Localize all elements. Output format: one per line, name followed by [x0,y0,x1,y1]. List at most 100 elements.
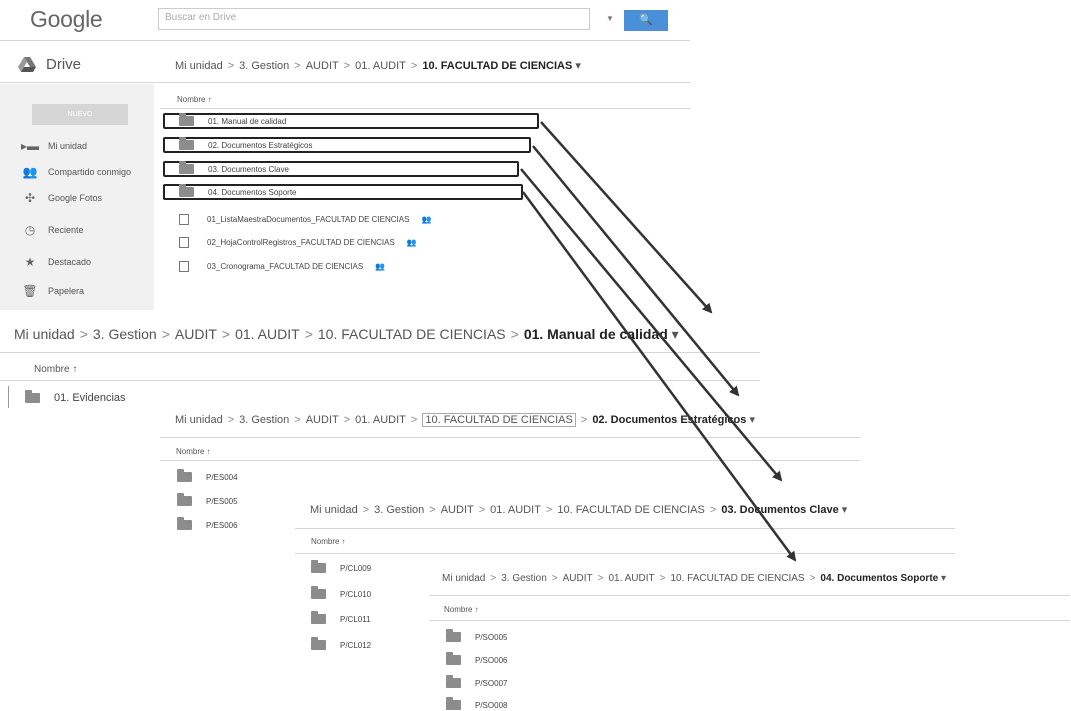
folder-row[interactable]: P/SO008 [446,697,507,710]
crumb-audit[interactable]: AUDIT [306,414,339,426]
chevron-down-icon[interactable]: ▾ [749,414,755,426]
folder-row[interactable]: P/SO005 [446,629,507,642]
folder-row-clave[interactable]: 03. Documentos Clave [163,161,519,177]
folder-icon [311,611,326,624]
column-header-nombre[interactable]: Nombre ↑ [177,95,212,104]
sidebar-item-papelera[interactable]: 🗑 Papelera [0,284,84,298]
column-header-nombre[interactable]: Nombre ↑ [444,605,479,614]
crumb-gestion[interactable]: 3. Gestion [501,573,547,584]
trash-icon: 🗑 [22,284,38,298]
sidebar-item-google-fotos[interactable]: ✣ Google Fotos [0,191,102,205]
crumb-faculty[interactable]: 10. FACULTAD DE CIENCIAS [422,413,576,427]
file-row-cronograma[interactable]: 03_Cronograma_FACULTAD DE CIENCIAS 👥 [177,261,385,272]
crumb-faculty[interactable]: 10. FACULTAD DE CIENCIAS [557,504,705,516]
sidebar-item-mi-unidad[interactable]: ▸▬ Mi unidad [0,139,87,153]
folder-row-estrategicos[interactable]: 02. Documentos Estratégicos [163,137,531,153]
folder-row[interactable]: P/CL010 [311,586,371,599]
google-logo: Google [30,6,103,32]
sidebar-item-compartido[interactable]: 👥 Compartido conmigo [0,165,132,179]
crumb-current-folder[interactable]: 04. Documentos Soporte [820,573,938,584]
new-button[interactable]: NUEVO [32,104,128,125]
folder-icon: ▸▬ [20,139,40,153]
shared-icon: 👥 [375,262,386,271]
crumb-audit[interactable]: AUDIT [175,326,217,342]
crumb-gestion[interactable]: 3. Gestion [239,60,289,72]
chevron-down-icon[interactable]: ▾ [941,573,946,584]
drive-icon [18,56,36,72]
crumb-gestion[interactable]: 3. Gestion [374,504,424,516]
search-button[interactable]: 🔍 [624,10,668,31]
sheet-icon [179,214,189,225]
folder-icon [311,560,326,573]
chevron-down-icon[interactable]: ▾ [672,326,679,342]
crumb-mi-unidad[interactable]: Mi unidad [442,573,485,584]
connector-arrows [520,121,797,562]
search-placeholder: Buscar en Drive [165,12,237,23]
crumb-gestion[interactable]: 3. Gestion [239,414,289,426]
app-name: Drive [46,56,82,73]
folder-row[interactable]: P/CL009 [311,560,371,573]
crumb-mi-unidad[interactable]: Mi unidad [175,60,223,72]
crumb-01-audit[interactable]: 01. AUDIT [355,60,406,72]
search-input[interactable]: Buscar en Drive [158,8,590,30]
arrow-manual [540,121,713,314]
pinwheel-icon: ✣ [24,191,36,205]
crumb-audit[interactable]: AUDIT [563,573,593,584]
folder-row-evidencias[interactable]: 01. Evidencias [25,390,126,404]
column-header-nombre[interactable]: Nombre ↑ [34,364,77,375]
folder-icon [446,697,461,710]
folder-row[interactable]: P/SO006 [446,652,507,665]
divider [295,553,955,554]
crumb-mi-unidad[interactable]: Mi unidad [175,414,223,426]
arrow-estrategicos [532,145,740,397]
drive-logo: Drive [18,56,81,73]
chevron-down-icon[interactable]: ▾ [575,60,581,72]
divider [0,352,760,353]
crumb-current-folder[interactable]: 10. FACULTAD DE CIENCIAS [422,60,572,72]
folder-row[interactable]: P/ES006 [177,517,238,530]
search-options-caret-icon[interactable]: ▼ [606,14,614,23]
crumb-01-audit[interactable]: 01. AUDIT [355,414,406,426]
folder-row[interactable]: P/SO007 [446,675,507,688]
crumb-audit[interactable]: AUDIT [306,60,339,72]
folder-icon [311,586,326,599]
divider [295,528,955,529]
file-row-lista-maestra[interactable]: 01_ListaMaestraDocumentos_FACULTAD DE CI… [177,214,431,225]
crumb-mi-unidad[interactable]: Mi unidad [310,504,358,516]
sheet-icon [179,237,189,248]
folder-icon [446,652,461,665]
divider [160,108,690,109]
folder-icon [25,390,40,403]
folder-row-manual[interactable]: 01. Manual de calidad [163,113,539,129]
column-header-nombre[interactable]: Nombre ↑ [176,447,211,456]
crumb-current-folder[interactable]: 03. Documentos Clave [721,504,838,516]
crumb-01-audit[interactable]: 01. AUDIT [490,504,541,516]
sidebar-item-reciente[interactable]: ◷ Reciente [0,223,84,237]
crumb-audit[interactable]: AUDIT [441,504,474,516]
folder-icon [179,113,194,126]
breadcrumb-manual: Mi unidad >3. Gestion > AUDIT >01. AUDIT >10.… [14,326,679,342]
folder-row[interactable]: P/CL012 [311,637,371,650]
crumb-current-folder[interactable]: 01. Manual de calidad [524,326,668,342]
sidebar-item-destacado[interactable]: ★ Destacado [0,255,91,269]
folder-icon [177,469,192,482]
divider [0,40,690,41]
folder-row[interactable]: P/ES005 [177,493,238,506]
folder-icon [179,137,194,150]
breadcrumb-soporte: Mi unidad >3. Gestion > AUDIT >01. AUDIT >10.… [442,573,947,584]
chevron-down-icon[interactable]: ▾ [842,504,848,516]
folder-row[interactable]: P/CL011 [311,611,371,624]
column-header-nombre[interactable]: Nombre ↑ [311,537,346,546]
file-row-hoja-control[interactable]: 02_HojaControlRegistros_FACULTAD DE CIEN… [177,237,417,248]
folder-row[interactable]: P/ES004 [177,469,238,482]
folder-row-soporte[interactable]: 04. Documentos Soporte [163,184,523,200]
crumb-faculty[interactable]: 10. FACULTAD DE CIENCIAS [670,573,804,584]
crumb-01-audit[interactable]: 01. AUDIT [235,326,300,342]
divider [8,386,9,408]
crumb-gestion[interactable]: 3. Gestion [93,326,157,342]
crumb-current-folder[interactable]: 02. Documentos Estratégicos [592,414,746,426]
crumb-faculty[interactable]: 10. FACULTAD DE CIENCIAS [318,326,506,342]
crumb-01-audit[interactable]: 01. AUDIT [608,573,654,584]
crumb-mi-unidad[interactable]: Mi unidad [14,326,75,342]
shared-icon: 👥 [421,215,432,224]
